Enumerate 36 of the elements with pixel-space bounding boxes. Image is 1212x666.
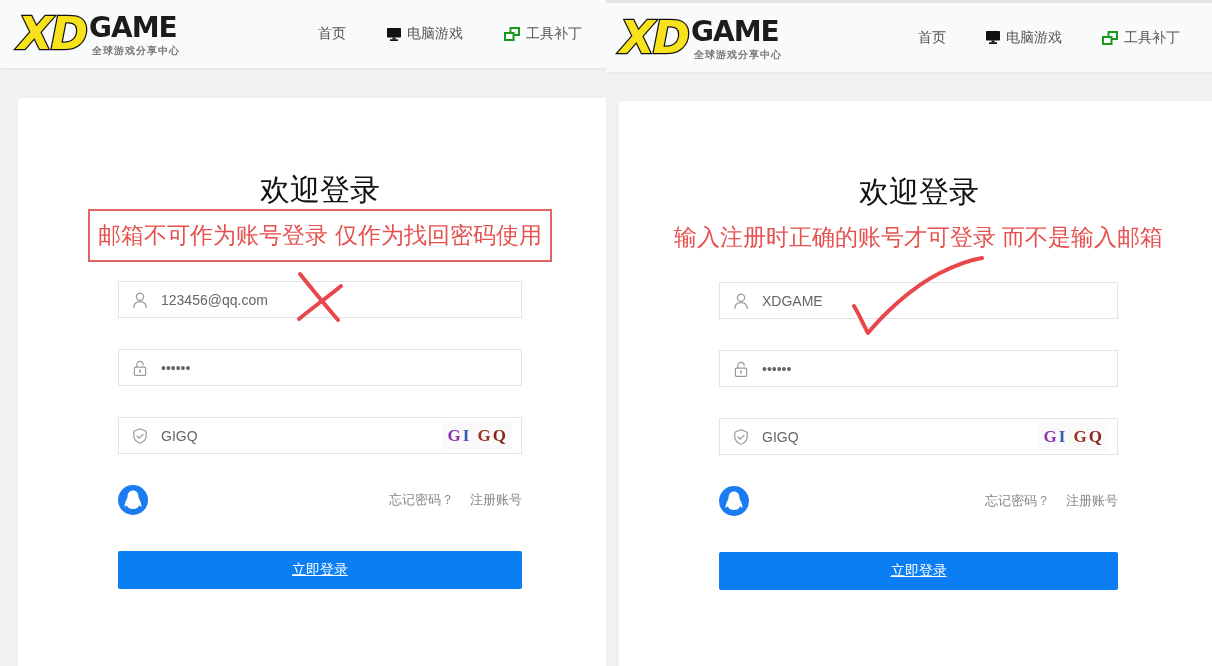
login-title: 欢迎登录 [858,174,979,210]
nav-link[interactable]: 电脑游戏 [387,25,463,43]
padlock-icon [733,360,749,377]
monitor-icon [986,31,1000,44]
warning-text: 输入注册时正确的账号才可登录 而不是输入邮箱 [673,223,1164,252]
overlapping-squares-icon [504,27,520,41]
login-button[interactable]: 立即登录 [118,551,522,589]
nav-link[interactable]: 首页 [318,25,346,43]
penguin-icon[interactable] [118,485,148,515]
captcha-field[interactable]: GIGQ GI GQ [118,417,522,454]
nav-link[interactable]: 电脑游戏 [986,28,1062,47]
padlock-icon [132,359,148,376]
text-link[interactable]: 注册账号 [470,491,522,509]
shield-check-icon [132,427,148,444]
account-field[interactable]: 123456@qq.com [118,281,522,318]
monitor-icon [387,27,401,41]
password-field[interactable]: •••••• [719,350,1118,387]
nav-link[interactable]: 工具补丁 [1102,28,1180,47]
captcha-code[interactable]: GI GQ [1039,422,1108,451]
login-button[interactable]: 立即登录 [719,552,1118,590]
login-title: 欢迎登录 [260,172,380,208]
penguin-icon[interactable] [719,486,749,516]
text-link[interactable]: 注册账号 [1066,492,1118,510]
user-icon [733,292,749,309]
account-field[interactable]: XDGAME [719,282,1118,319]
nav-link[interactable]: 首页 [918,28,946,47]
captcha-code[interactable]: GI GQ [443,421,512,450]
text-link[interactable]: 忘记密码？ [389,491,454,509]
password-field[interactable]: •••••• [118,349,522,386]
user-icon [132,291,148,308]
text-link[interactable]: 忘记密码？ [985,492,1050,510]
shield-check-icon [733,428,749,445]
overlapping-squares-icon [1102,30,1118,45]
warning-text: 邮箱不可作为账号登录 仅作为找回密码使用 [98,221,542,250]
captcha-field[interactable]: GIGQ GI GQ [719,418,1118,455]
nav-link[interactable]: 工具补丁 [504,25,582,43]
